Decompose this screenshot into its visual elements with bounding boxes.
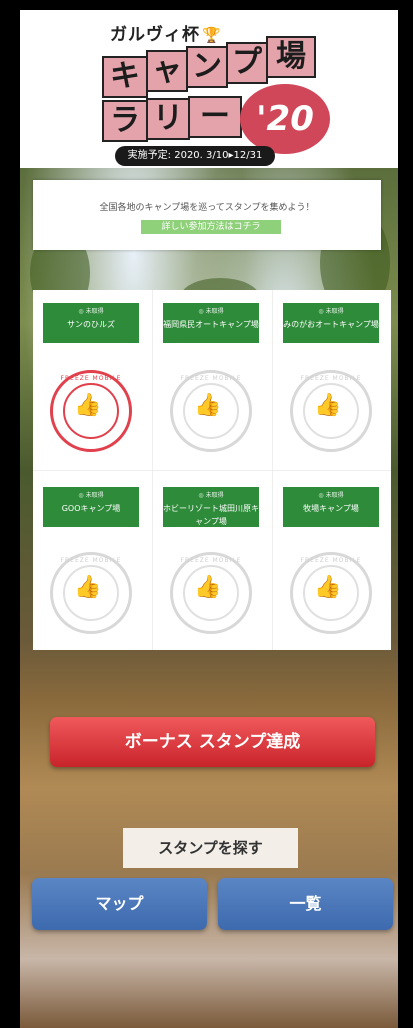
map-button[interactable]: マップ xyxy=(32,878,207,930)
thumbs-up-icon: 👍 xyxy=(74,575,102,600)
stamp-label[interactable]: ◎ 未取得 みのがおオートキャンプ場 xyxy=(283,303,379,343)
intro-card: 全国各地のキャンプ場を巡ってスタンプを集めよう！ 詳しい参加方法はコチラ xyxy=(33,180,381,250)
list-button[interactable]: 一覧 xyxy=(218,878,393,930)
thumbs-up-icon: 👍 xyxy=(194,393,222,418)
title-char: ン xyxy=(186,46,228,88)
title-char: キ xyxy=(102,56,148,98)
title-char: リ xyxy=(146,98,190,140)
bonus-stamp-button[interactable]: ボーナス スタンプ達成 xyxy=(50,717,375,767)
thumbs-up-icon: 👍 xyxy=(314,393,342,418)
stamp-collected[interactable]: FREEZE MOBILE 👍 xyxy=(50,370,132,452)
brand-label: ガルヴィ杯 🏆 xyxy=(110,20,222,45)
app-frame: ガルヴィ杯 🏆 キ ャ ン プ 場 ラ リ ー '20 実施予定: 2020. 3… xyxy=(20,10,398,1028)
title-char: 場 xyxy=(266,36,316,78)
hero-header: ガルヴィ杯 🏆 キ ャ ン プ 場 ラ リ ー '20 実施予定: 2020. 3… xyxy=(20,10,398,168)
year-badge: '20 xyxy=(240,84,330,154)
period-label: 実施予定: 2020. 3/10▸12/31 xyxy=(115,146,275,166)
how-to-link[interactable]: 詳しい参加方法はコチラ xyxy=(141,220,281,234)
title-char: ラ xyxy=(102,100,148,142)
thumbs-up-icon: 👍 xyxy=(74,393,102,418)
find-stamp-button[interactable]: スタンプを探す xyxy=(123,828,298,868)
stamp-empty[interactable]: FREEZE MOBILE 👍 xyxy=(290,552,372,634)
stamp-empty[interactable]: FREEZE MOBILE 👍 xyxy=(290,370,372,452)
stamp-empty[interactable]: FREEZE MOBILE 👍 xyxy=(170,552,252,634)
trophy-icon: 🏆 xyxy=(202,26,222,44)
brand-text: ガルヴィ杯 xyxy=(110,25,200,45)
stamp-label[interactable]: ◎ 未取得 福岡県民オートキャンプ場 xyxy=(163,303,259,343)
stamp-label[interactable]: ◎ 未取得 牧場キャンプ場 xyxy=(283,487,379,527)
stamp-label[interactable]: ◎ 未取得 サンのひルズ xyxy=(43,303,139,343)
intro-text: 全国各地のキャンプ場を巡ってスタンプを集めよう！ xyxy=(99,203,315,213)
stamp-card: ◎ 未取得 サンのひルズ ◎ 未取得 福岡県民オートキャンプ場 ◎ 未取得 みのがおオ… xyxy=(33,290,391,650)
stamp-label[interactable]: ◎ 未取得 GOOキャンプ場 xyxy=(43,487,139,527)
title-char: ャ xyxy=(146,50,188,92)
stamp-empty[interactable]: FREEZE MOBILE 👍 xyxy=(50,552,132,634)
thumbs-up-icon: 👍 xyxy=(314,575,342,600)
stamp-label[interactable]: ◎ 未取得 ホビーリゾート城田川原キャンプ場 xyxy=(163,487,259,527)
title-char: プ xyxy=(226,42,268,84)
thumbs-up-icon: 👍 xyxy=(194,575,222,600)
title-char: ー xyxy=(188,96,242,138)
stamp-empty[interactable]: FREEZE MOBILE 👍 xyxy=(170,370,252,452)
